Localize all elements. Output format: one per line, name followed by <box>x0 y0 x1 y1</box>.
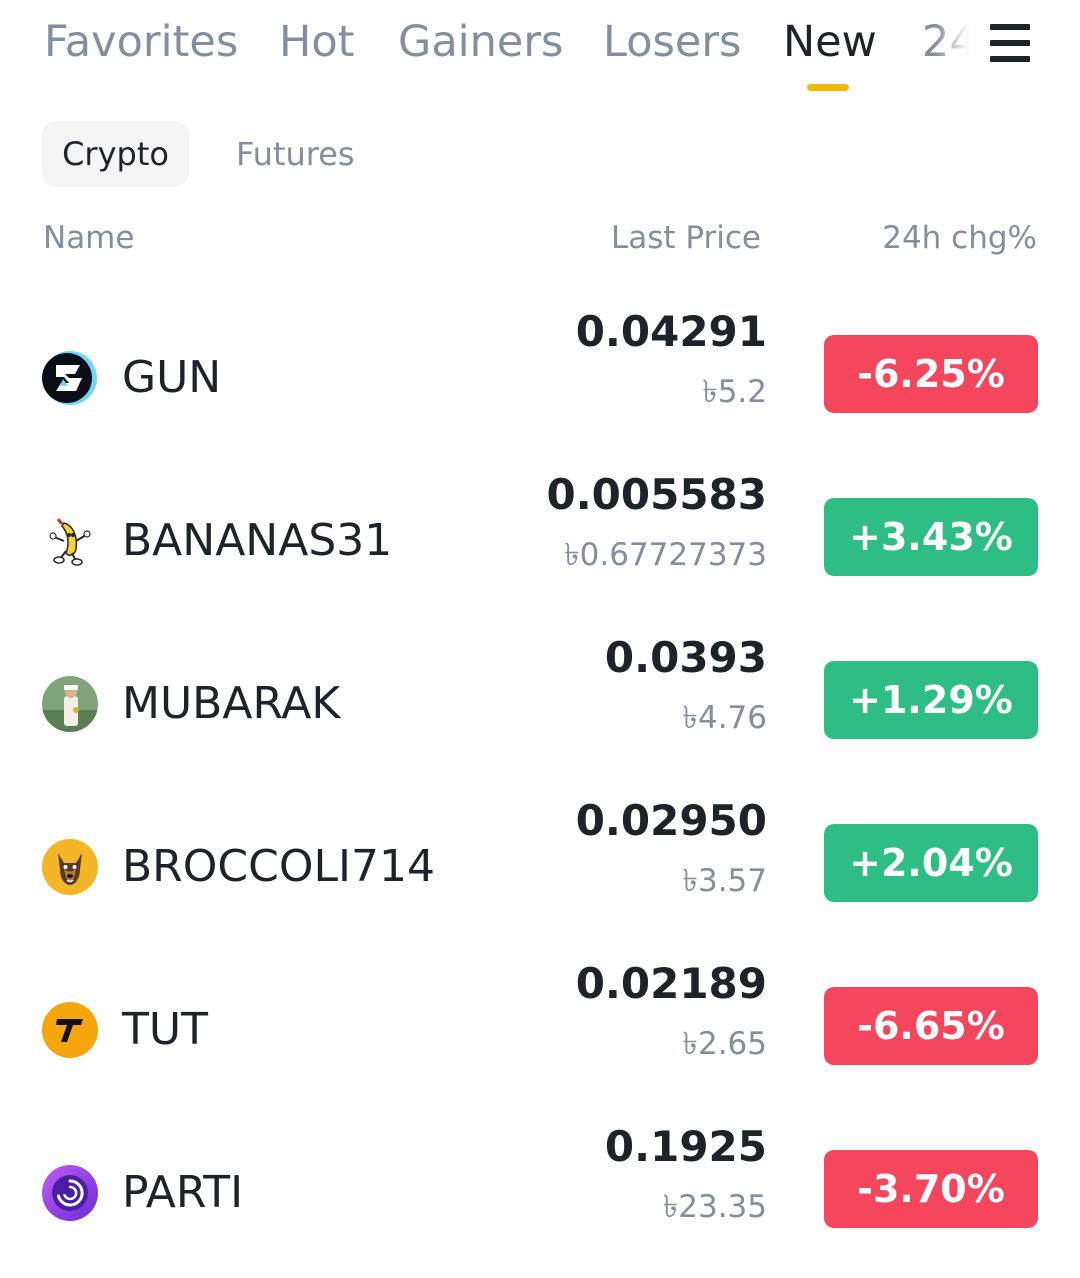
last-price: 0.005583 <box>546 470 767 519</box>
market-row-broccoli714[interactable]: BROCCOLI714 0.02950 ৳3.57 +2.04% <box>0 789 1080 952</box>
market-row-tut[interactable]: TUT 0.02189 ৳2.65 -6.65% <box>0 952 1080 1115</box>
fiat-price: ৳23.35 <box>662 1189 767 1225</box>
change-badge[interactable]: -6.25% <box>824 335 1038 413</box>
hamburger-menu-icon[interactable] <box>990 24 1030 62</box>
coin-symbol: GUN <box>122 352 222 403</box>
coin-symbol: BROCCOLI714 <box>122 841 435 892</box>
column-header-name[interactable]: Name <box>43 218 134 258</box>
coin-symbol: MUBARAK <box>122 678 341 729</box>
change-badge[interactable]: -6.65% <box>824 987 1038 1065</box>
column-header-last-price[interactable]: Last Price <box>611 218 761 258</box>
market-tabs: Favorites Hot Gainers Losers New 24 <box>0 0 1080 100</box>
tab-new[interactable]: New <box>783 16 877 68</box>
fiat-price: ৳0.67727373 <box>564 537 767 573</box>
last-price: 0.02950 <box>575 796 767 845</box>
tab-overflow-fade <box>935 10 975 80</box>
change-badge[interactable]: -3.70% <box>824 1150 1038 1228</box>
subtab-crypto[interactable]: Crypto <box>42 121 189 187</box>
coin-symbol: BANANAS31 <box>122 515 393 566</box>
subtab-futures[interactable]: Futures <box>236 121 355 187</box>
column-header-24h-change[interactable]: 24h chg% <box>882 218 1037 258</box>
change-badge[interactable]: +2.04% <box>824 824 1038 902</box>
gun-coin-icon <box>42 350 98 406</box>
tab-favorites[interactable]: Favorites <box>44 16 238 68</box>
fiat-price: ৳2.65 <box>682 1026 767 1062</box>
coin-symbol: TUT <box>122 1004 208 1055</box>
tut-coin-icon <box>42 1002 98 1058</box>
active-tab-indicator <box>807 84 849 91</box>
tab-hot[interactable]: Hot <box>279 16 355 68</box>
fiat-price: ৳3.57 <box>682 863 767 899</box>
market-row-parti[interactable]: PARTI 0.1925 ৳23.35 -3.70% <box>0 1115 1080 1278</box>
market-row-bananas31[interactable]: BANANAS31 0.005583 ৳0.67727373 +3.43% <box>0 463 1080 626</box>
market-row-mubarak[interactable]: MUBARAK 0.0393 ৳4.76 +1.29% <box>0 626 1080 789</box>
fiat-price: ৳4.76 <box>682 700 767 736</box>
change-badge[interactable]: +3.43% <box>824 498 1038 576</box>
last-price: 0.1925 <box>604 1122 767 1171</box>
mubarak-coin-icon <box>42 676 98 732</box>
bananas31-coin-icon <box>42 513 98 569</box>
market-row-gun[interactable]: GUN 0.04291 ৳5.2 -6.25% <box>0 300 1080 463</box>
last-price: 0.02189 <box>575 959 767 1008</box>
fiat-price: ৳5.2 <box>702 374 767 410</box>
parti-coin-icon <box>42 1165 98 1221</box>
last-price: 0.0393 <box>604 633 767 682</box>
tab-losers[interactable]: Losers <box>603 16 741 68</box>
broccoli714-coin-icon <box>42 839 98 895</box>
tab-gainers[interactable]: Gainers <box>398 16 563 68</box>
coin-symbol: PARTI <box>122 1167 244 1218</box>
last-price: 0.04291 <box>575 307 767 356</box>
change-badge[interactable]: +1.29% <box>824 661 1038 739</box>
